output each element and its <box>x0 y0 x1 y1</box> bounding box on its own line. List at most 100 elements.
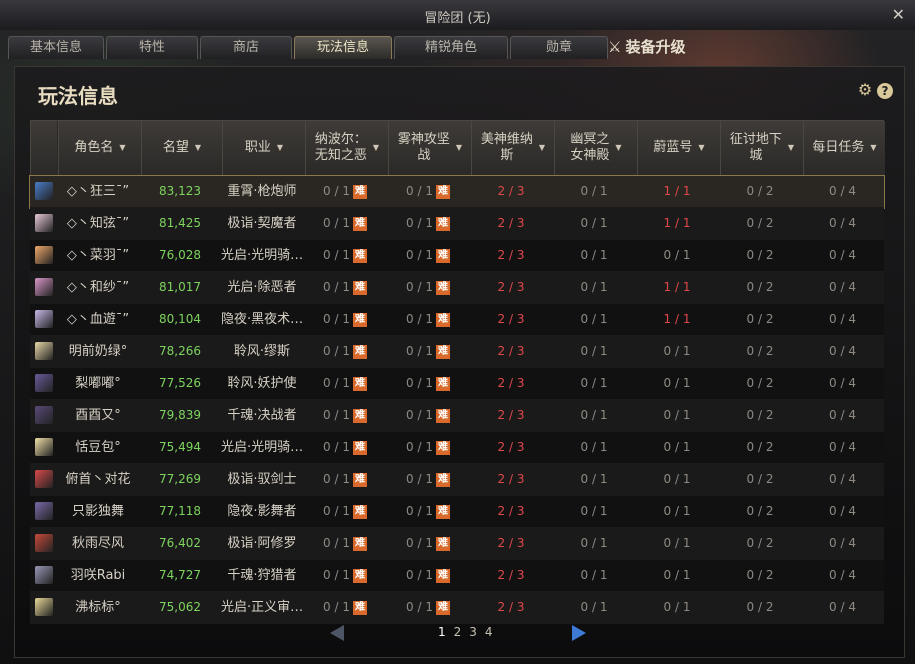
progress-value: 2 / 3 <box>497 568 525 582</box>
progress-cell: 0 / 1 <box>553 208 635 239</box>
tab-shop[interactable]: 商店 <box>200 36 292 59</box>
progress-cell: 2 / 3 <box>470 336 552 367</box>
avatar <box>35 566 53 584</box>
progress-cell: 0 / 1 <box>636 432 718 463</box>
gear-icon[interactable]: ⚙ <box>857 82 873 98</box>
header-venus[interactable]: 美神维纳 斯 ▼ <box>471 121 554 175</box>
progress-value: 0 / 1 <box>323 600 350 614</box>
character-name: 俯首丶对花 <box>65 472 131 487</box>
hard-mode-badge: 难 <box>352 184 367 199</box>
fame-value: 75,062 <box>159 600 201 614</box>
progress-value: 0 / 1 <box>663 568 691 582</box>
avatar <box>35 470 53 488</box>
header-daily-quests[interactable]: 每日任务 ▼ <box>803 121 885 175</box>
help-icon[interactable]: ? <box>877 83 893 99</box>
close-icon[interactable]: ✕ <box>892 5 905 24</box>
page-number[interactable]: 3 <box>469 625 477 639</box>
table-row[interactable]: ◇丶和纱ˉ” 81,017 光启·除恶者 0 / 1难0 / 1难2 / 30 / 1… <box>30 272 884 304</box>
progress-cell: 0 / 1 <box>636 240 718 271</box>
tab-traits[interactable]: 特性 <box>106 36 198 59</box>
job-name: 隐夜·黑夜术… <box>221 312 303 327</box>
header-mist-raid[interactable]: 雾神攻坚 战 ▼ <box>388 121 471 175</box>
progress-cell: 0 / 2 <box>719 592 801 623</box>
progress-value: 0 / 1 <box>663 248 691 262</box>
table-row[interactable]: 恬豆包° 75,494 光启·光明骑… 0 / 1难0 / 1难2 / 30 / 10… <box>30 432 884 464</box>
window-title: 冒险团 (无) <box>424 11 491 26</box>
table-row[interactable]: 秋雨尽风 76,402 极诣·阿修罗 0 / 1难0 / 1难2 / 30 / 10 … <box>30 528 884 560</box>
fame-value: 77,269 <box>159 472 201 486</box>
progress-value: 0 / 4 <box>829 344 856 358</box>
progress-value: 0 / 4 <box>829 472 856 486</box>
header-job[interactable]: 职业 ▼ <box>222 121 305 175</box>
progress-value: 1 / 1 <box>663 216 691 230</box>
progress-value: 0 / 4 <box>829 184 856 198</box>
progress-cell: 0 / 1难 <box>304 496 386 527</box>
progress-cell: 0 / 1 <box>553 400 635 431</box>
equipment-upgrade-link[interactable]: ⚔ 装备升级 <box>608 36 685 57</box>
header-label: 名望 <box>162 140 189 155</box>
tab-medals[interactable]: 勋章 <box>510 36 608 59</box>
progress-value: 0 / 1 <box>406 312 433 326</box>
progress-cell: 0 / 4 <box>802 400 883 431</box>
fame-value: 75,494 <box>159 440 201 454</box>
table-row[interactable]: ◇丶菜羽ˉ” 76,028 光启·光明骑… 0 / 1难0 / 1难2 / 30 / … <box>30 240 884 272</box>
progress-cell: 0 / 2 <box>719 496 801 527</box>
progress-value: 0 / 1 <box>323 248 350 262</box>
progress-cell: 0 / 1 <box>636 368 718 399</box>
hard-mode-badge: 难 <box>435 504 450 519</box>
progress-value: 0 / 1 <box>406 376 433 390</box>
progress-value: 0 / 1 <box>580 216 608 230</box>
header-fame[interactable]: 名望 ▼ <box>141 121 222 175</box>
table-row[interactable]: 沸标标° 75,062 光启·正义审… 0 / 1难0 / 1难2 / 30 / 10… <box>30 592 884 624</box>
table-row[interactable]: ◇丶狂三ˉ” 83,123 重霄·枪炮师 0 / 1难0 / 1难2 / 30 / 1… <box>29 175 885 209</box>
table-row[interactable]: 梨嘟嘟° 77,526 聆风·妖护使 0 / 1难0 / 1难2 / 30 / 10 … <box>30 368 884 400</box>
progress-value: 2 / 3 <box>497 600 525 614</box>
tab-basic-info[interactable]: 基本信息 <box>8 36 104 59</box>
tab-gameplay-info[interactable]: 玩法信息 <box>294 36 392 59</box>
page-number[interactable]: 2 <box>454 625 462 639</box>
next-page-icon[interactable] <box>572 625 586 641</box>
character-name: ◇丶菜羽ˉ” <box>66 248 130 263</box>
progress-cell: 0 / 1 <box>553 304 635 335</box>
table-row[interactable]: 明前奶绿° 78,266 聆风·缪斯 0 / 1难0 / 1难2 / 30 / 10 … <box>30 336 884 368</box>
progress-value: 0 / 2 <box>746 344 774 358</box>
avatar <box>35 182 53 200</box>
progress-value: 0 / 1 <box>663 472 691 486</box>
progress-value: 0 / 1 <box>406 568 433 582</box>
progress-cell: 0 / 1难 <box>304 464 386 495</box>
avatar <box>35 534 53 552</box>
character-name: 恬豆包° <box>75 440 121 455</box>
prev-page-icon[interactable] <box>330 625 344 641</box>
progress-value: 0 / 2 <box>746 248 774 262</box>
table-row[interactable]: 俯首丶对花 77,269 极诣·驭剑士 0 / 1难0 / 1难2 / 30 / 10… <box>30 464 884 496</box>
progress-cell: 0 / 1难 <box>304 208 386 239</box>
header-netherworld[interactable]: 幽冥之 女神殿 ▼ <box>554 121 637 175</box>
progress-cell: 0 / 1难 <box>387 432 469 463</box>
header-dungeon-raid[interactable]: 征讨地下 城 ▼ <box>720 121 803 175</box>
hard-mode-badge: 难 <box>435 376 450 391</box>
progress-cell: 0 / 4 <box>802 272 883 303</box>
progress-value: 1 / 1 <box>663 280 691 294</box>
table-row[interactable]: 羽咲Rabi 74,727 千魂·狩猎者 0 / 1难0 / 1难2 / 30 / 1… <box>30 560 884 592</box>
upgrade-icon: ⚔ <box>608 38 622 56</box>
progress-cell: 0 / 1难 <box>387 304 469 335</box>
progress-cell: 0 / 1难 <box>387 368 469 399</box>
character-name: ◇丶和纱ˉ” <box>66 280 130 295</box>
progress-value: 0 / 1 <box>406 344 433 358</box>
table-row[interactable]: ◇丶知弦ˉ” 81,425 极诣·契魔者 0 / 1难0 / 1难2 / 30 / 1… <box>30 208 884 240</box>
page-number[interactable]: 1 <box>438 625 446 639</box>
tab-elite-characters[interactable]: 精锐角色 <box>394 36 508 59</box>
header-nabol[interactable]: 纳波尔： 无知之恶 ▼ <box>305 121 388 175</box>
progress-cell: 1 / 1 <box>636 304 718 335</box>
table-row[interactable]: ◇丶血遊ˉ” 80,104 隐夜·黑夜术… 0 / 1难0 / 1难2 / 30 / … <box>30 304 884 336</box>
progress-value: 0 / 4 <box>829 376 856 390</box>
header-azure[interactable]: 蔚蓝号 ▼ <box>637 121 720 175</box>
progress-cell: 0 / 4 <box>802 240 883 271</box>
header-character-name[interactable]: 角色名 ▼ <box>58 121 141 175</box>
progress-cell: 0 / 1 <box>636 496 718 527</box>
progress-value: 0 / 2 <box>746 504 774 518</box>
table-row[interactable]: 酉酉又° 79,839 千魂·决战者 0 / 1难0 / 1难2 / 30 / 10 … <box>30 400 884 432</box>
table-row[interactable]: 只影独舞 77,118 隐夜·影舞者 0 / 1难0 / 1难2 / 30 / 10 … <box>30 496 884 528</box>
hard-mode-badge: 难 <box>352 600 367 615</box>
page-number[interactable]: 4 <box>485 625 493 639</box>
